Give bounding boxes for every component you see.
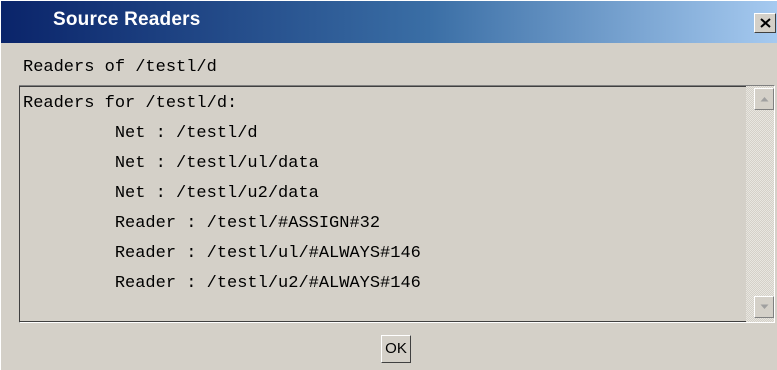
source-readers-dialog: Source Readers Readers of /testl/d Reade… <box>0 0 777 370</box>
text-line: Net : /testl/u2/data <box>23 184 319 203</box>
window-title: Source Readers <box>53 9 201 30</box>
text-line: Net : /testl/ul/data <box>23 154 319 173</box>
text-line: Readers for /testl/d: <box>23 94 238 113</box>
text-line: Reader : /testl/ul/#ALWAYS#146 <box>23 244 421 263</box>
readers-of-label: Readers of /testl/d <box>23 58 217 77</box>
scroll-up-arrow-icon <box>760 97 769 102</box>
text-line: Net : /testl/d <box>23 124 258 143</box>
ok-button[interactable]: OK <box>381 335 411 363</box>
title-bar[interactable]: Source Readers <box>1 1 777 43</box>
readers-text-area[interactable]: Readers for /testl/d: Net : /testl/d Net… <box>19 86 746 322</box>
close-icon <box>760 18 771 28</box>
vertical-scrollbar[interactable] <box>746 86 774 322</box>
text-line: Reader : /testl/u2/#ALWAYS#146 <box>23 274 421 293</box>
close-button[interactable] <box>754 13 776 33</box>
scroll-up-button[interactable] <box>754 88 774 110</box>
scroll-down-button[interactable] <box>754 296 774 318</box>
scroll-down-arrow-icon <box>760 304 769 309</box>
text-line: Reader : /testl/#ASSIGN#32 <box>23 214 381 233</box>
